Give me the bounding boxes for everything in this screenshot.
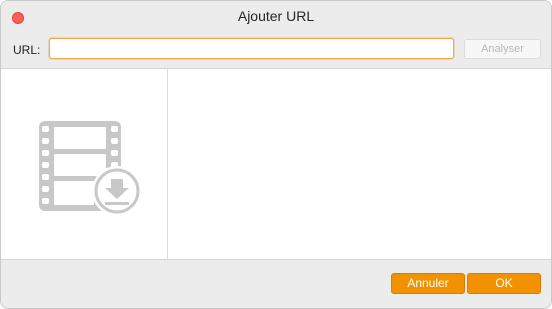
preview-pane: [1, 69, 168, 259]
results-pane: [168, 69, 551, 259]
url-input[interactable]: [49, 38, 454, 59]
dialog-footer: Annuler OK: [1, 260, 551, 308]
cancel-button[interactable]: Annuler: [391, 273, 465, 294]
dialog-title: Ajouter URL: [237, 8, 315, 24]
add-url-dialog: Ajouter URL URL: Analyser Annuler OK: [0, 0, 552, 309]
ok-button[interactable]: OK: [467, 273, 541, 294]
url-bar: URL: Analyser: [1, 34, 551, 69]
title-bar: Ajouter URL: [1, 1, 551, 34]
url-label: URL:: [13, 43, 41, 57]
analyze-button[interactable]: Analyser: [464, 39, 541, 59]
film-download-icon: [39, 121, 142, 216]
content-area: [1, 69, 551, 260]
